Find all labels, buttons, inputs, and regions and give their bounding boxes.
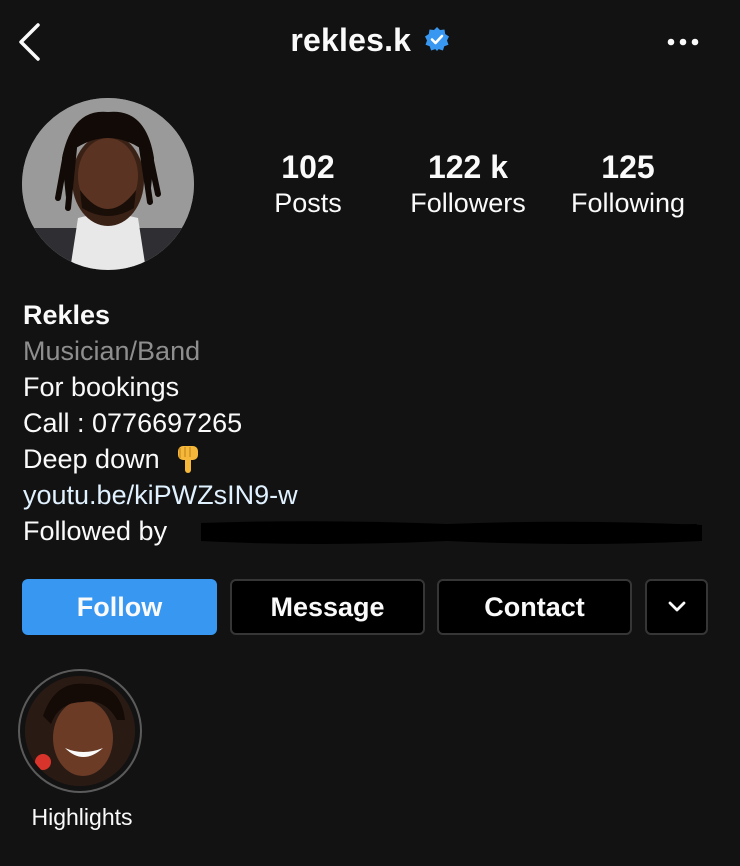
highlight-item[interactable]: Highlights bbox=[18, 669, 146, 830]
followers-label: Followers bbox=[410, 188, 526, 218]
profile-header: rekles.k bbox=[0, 22, 740, 59]
followers-count: 122 k bbox=[427, 149, 509, 185]
profile-bio: Rekles Musician/Band For bookings Call :… bbox=[23, 297, 713, 549]
username-title: rekles.k bbox=[290, 22, 412, 58]
stat-posts[interactable]: 102 Posts bbox=[223, 148, 393, 220]
followed-by-row[interactable]: Followed by bbox=[23, 513, 713, 549]
highlight-cover bbox=[25, 676, 135, 786]
highlight-photo bbox=[25, 676, 135, 786]
following-label: Following bbox=[570, 188, 686, 218]
display-name: Rekles bbox=[23, 300, 111, 330]
contact-button[interactable]: Contact bbox=[437, 579, 632, 635]
message-button[interactable]: Message bbox=[230, 579, 425, 635]
bio-deep-down-text: Deep down bbox=[23, 444, 160, 474]
bio-link[interactable]: youtu.be/kiPWZsIN9-w bbox=[23, 477, 713, 513]
suggested-accounts-button[interactable] bbox=[645, 579, 708, 635]
more-horizontal-icon bbox=[667, 38, 699, 46]
posts-count: 102 bbox=[281, 149, 335, 185]
bio-line-bookings: For bookings bbox=[23, 372, 180, 402]
highlight-label: Highlights bbox=[31, 804, 133, 830]
top-bar: rekles.k bbox=[0, 0, 740, 90]
category-label: Musician/Band bbox=[23, 336, 201, 366]
stat-followers[interactable]: 122 k Followers bbox=[383, 148, 553, 220]
pointing-down-emoji bbox=[177, 446, 198, 473]
follow-button[interactable]: Follow bbox=[22, 579, 217, 635]
following-count: 125 bbox=[601, 149, 655, 185]
highlight-ring bbox=[18, 669, 142, 793]
options-button[interactable] bbox=[666, 32, 700, 52]
followed-by-label: Followed by bbox=[23, 516, 168, 546]
stat-following[interactable]: 125 Following bbox=[543, 148, 713, 220]
profile-photo bbox=[22, 98, 194, 270]
posts-label: Posts bbox=[274, 188, 342, 218]
profile-avatar[interactable] bbox=[22, 98, 194, 270]
bio-line-deep-down: Deep down bbox=[23, 441, 713, 477]
redaction-scribble bbox=[201, 521, 702, 544]
chevron-down-icon bbox=[668, 601, 685, 612]
bio-line-phone: Call : 0776697265 bbox=[23, 408, 243, 438]
verified-badge-icon bbox=[424, 26, 449, 51]
